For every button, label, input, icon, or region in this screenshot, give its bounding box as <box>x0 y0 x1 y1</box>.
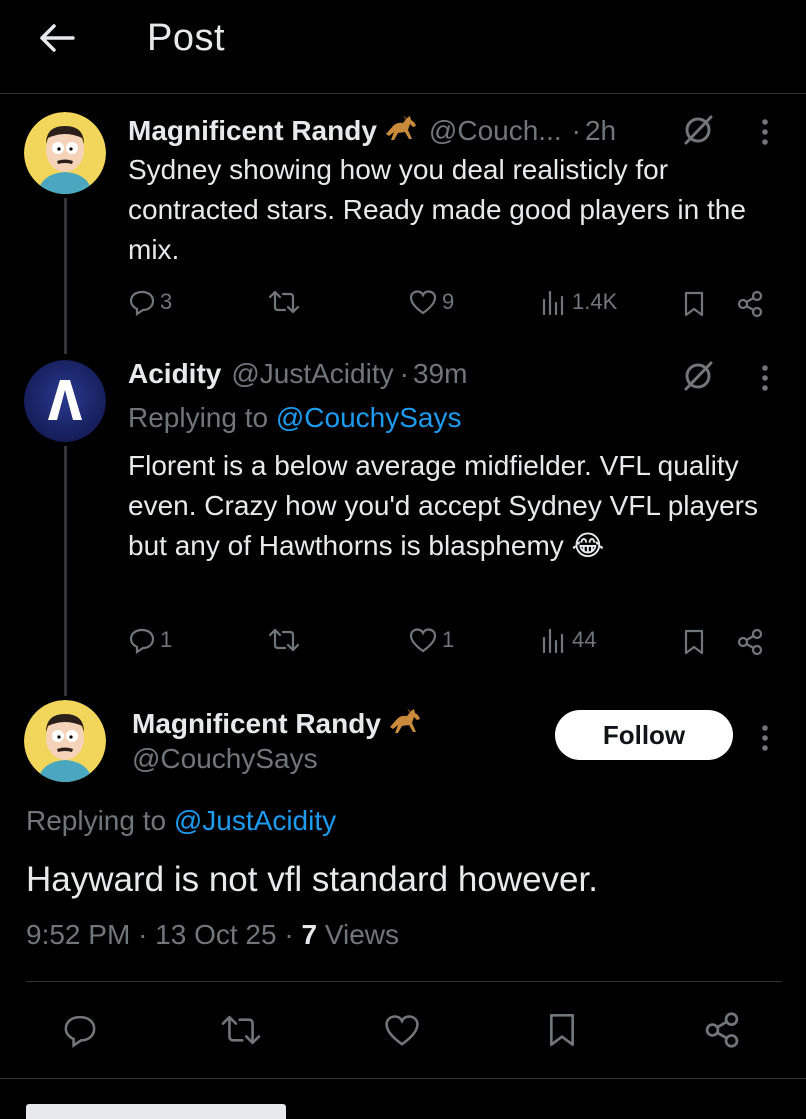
grok-icon[interactable] <box>678 356 718 396</box>
views-count: 44 <box>572 627 597 652</box>
more-options-icon[interactable] <box>750 112 780 152</box>
reply-button[interactable]: 3 <box>128 288 172 316</box>
analytics-icon <box>542 628 564 654</box>
like-button[interactable] <box>380 1010 424 1050</box>
main-post-text: Hayward is not vfl standard however. <box>26 860 598 899</box>
horse-emoji-icon <box>383 112 419 149</box>
replying-to-label: Replying to <box>26 805 174 836</box>
follow-button[interactable]: Follow <box>555 710 733 760</box>
top-bar: Post <box>0 0 806 94</box>
mention-link[interactable]: @JustAcidity <box>174 805 336 836</box>
like-button[interactable]: 9 <box>408 288 454 316</box>
display-name[interactable]: Magnificent Randy <box>132 708 381 740</box>
repost-button[interactable] <box>216 1010 266 1050</box>
repost-button[interactable] <box>268 626 300 654</box>
separator-dot: · <box>284 919 294 950</box>
next-section-heading <box>26 1104 286 1119</box>
back-arrow-icon[interactable] <box>34 18 80 58</box>
tweet-text: Sydney showing how you deal realisticly … <box>128 154 746 265</box>
like-count: 1 <box>442 627 455 652</box>
tweet-text: Florent is a below average midfielder. V… <box>128 450 758 561</box>
timestamp[interactable]: 39m <box>413 358 467 390</box>
replying-to-label: Replying to <box>128 402 276 433</box>
divider <box>0 1078 806 1079</box>
timestamp[interactable]: 2h <box>585 115 616 147</box>
reply-icon <box>64 1015 96 1048</box>
heart-icon <box>409 628 437 653</box>
share-icon <box>705 1012 739 1048</box>
thread-line <box>64 446 67 696</box>
grok-icon[interactable] <box>678 110 718 150</box>
heart-icon <box>409 290 437 315</box>
views-count[interactable]: 7 <box>301 919 317 950</box>
user-handle[interactable]: @JustAcidity <box>231 358 393 390</box>
heart-icon <box>385 1015 419 1046</box>
replying-to: Replying to @JustAcidity <box>26 805 336 837</box>
replying-to: Replying to @CouchySays <box>128 402 461 434</box>
views-button[interactable]: 1.4K <box>540 288 617 316</box>
analytics-icon <box>542 290 564 316</box>
post-meta: 9:52 PM · 13 Oct 25 · 7 Views <box>26 919 399 951</box>
separator-dot: · <box>399 358 409 389</box>
bookmark-button[interactable] <box>542 1008 582 1052</box>
share-button[interactable] <box>700 1010 744 1050</box>
repost-icon <box>221 1015 261 1045</box>
bookmark-button[interactable] <box>682 628 706 656</box>
separator-dot: · <box>571 114 581 146</box>
share-icon <box>737 628 763 656</box>
bookmark-button[interactable] <box>682 290 706 318</box>
reply-icon <box>129 290 155 316</box>
reply-count: 1 <box>160 627 173 652</box>
avatar-acidity[interactable] <box>24 360 106 442</box>
tweet1-header: Magnificent Randy @Couch... · 2h <box>128 112 616 149</box>
bookmark-icon <box>684 291 704 317</box>
main-display-name[interactable]: Magnificent Randy <box>132 705 423 742</box>
bookmark-icon <box>684 629 704 655</box>
bookmark-icon <box>550 1014 574 1046</box>
views-button[interactable]: 44 <box>540 626 596 654</box>
more-options-icon[interactable] <box>750 358 780 398</box>
divider <box>26 981 782 982</box>
repost-icon <box>268 628 300 652</box>
share-button[interactable] <box>736 290 764 318</box>
repost-icon <box>268 290 300 314</box>
tweet2-header: Acidity @JustAcidity · 39m <box>128 358 467 390</box>
reply-button[interactable] <box>58 1010 102 1050</box>
thread-line <box>64 198 67 354</box>
repost-button[interactable] <box>268 288 300 316</box>
reply-icon <box>129 628 155 654</box>
separator-dot: · <box>138 919 148 950</box>
more-options-icon[interactable] <box>750 718 780 758</box>
views-count: 1.4K <box>572 289 618 314</box>
views-label: Views <box>324 919 400 950</box>
reply-count: 3 <box>160 289 173 314</box>
mention-link[interactable]: @CouchySays <box>276 402 462 433</box>
avatar-randy[interactable] <box>24 112 106 194</box>
display-name[interactable]: Acidity <box>128 358 221 390</box>
user-handle[interactable]: @Couch... <box>429 115 562 147</box>
page-title: Post <box>147 17 226 59</box>
reply-button[interactable]: 1 <box>128 626 172 654</box>
like-count: 9 <box>442 289 455 314</box>
main-user-handle[interactable]: @CouchySays <box>132 743 318 775</box>
like-button[interactable]: 1 <box>408 626 454 654</box>
share-icon <box>737 290 763 318</box>
share-button[interactable] <box>736 628 764 656</box>
horse-emoji-icon <box>387 705 423 742</box>
post-date[interactable]: 13 Oct 25 <box>155 919 276 950</box>
avatar-randy[interactable] <box>24 700 106 782</box>
post-time[interactable]: 9:52 PM <box>26 919 130 950</box>
display-name[interactable]: Magnificent Randy <box>128 115 377 147</box>
